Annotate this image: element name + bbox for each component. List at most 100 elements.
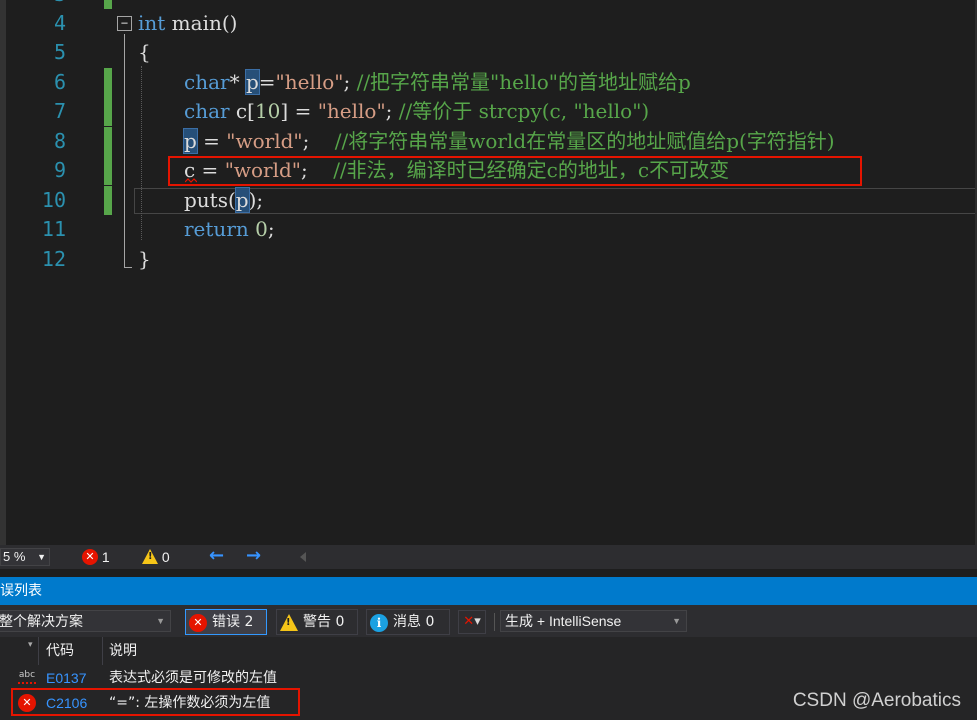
- error-list-title: 误列表: [0, 583, 42, 599]
- annotation-highlight-box: [168, 156, 862, 186]
- scope-select[interactable]: 整个解决方案 ▼: [0, 610, 171, 632]
- error-icon: ✕: [82, 549, 98, 565]
- code-token: puts(: [184, 188, 236, 212]
- code-token: //把字符串常量"hello"的首地址赋给p: [356, 70, 691, 94]
- build-intellisense-select[interactable]: 生成 + IntelliSense ▼: [500, 610, 687, 632]
- code-line: 10 puts(p);: [0, 186, 977, 215]
- code-token: "world": [226, 129, 303, 153]
- code-token: ;: [302, 129, 335, 153]
- code-token: p: [184, 129, 197, 153]
- code-line: 6 char* p="hello"; //把字符串常量"hello"的首地址赋给…: [0, 68, 977, 97]
- change-marker: [104, 127, 112, 156]
- navigate-forward-button[interactable]: →: [246, 546, 261, 566]
- error-list-toolbar: 整个解决方案 ▼ ✕ 错误 2 ! 警告 0 i 消息 0 ✕▾ 生成 + Intel…: [0, 605, 977, 637]
- warning-icon: !: [142, 549, 158, 564]
- chevron-down-icon: ▼: [156, 616, 165, 626]
- line-number: 8: [53, 129, 66, 153]
- code-token: );: [248, 188, 264, 212]
- code-line: 5 {: [0, 38, 977, 67]
- code-text[interactable]: }: [138, 246, 151, 272]
- code-token: char: [184, 70, 230, 94]
- code-token: *: [229, 70, 246, 94]
- change-marker: [104, 97, 112, 126]
- change-marker: [104, 186, 112, 215]
- filter-clear-icon: ✕▾: [463, 614, 481, 629]
- code-token: =: [258, 70, 276, 94]
- warning-count-indicator[interactable]: ! 0: [142, 549, 170, 565]
- scope-value: 整个解决方案: [0, 613, 83, 629]
- code-text[interactable]: return 0;: [184, 216, 275, 242]
- line-number: 3: [20, 0, 66, 5]
- code-token: return: [184, 217, 249, 241]
- line-number: 9: [53, 158, 66, 182]
- error-count-indicator[interactable]: ✕ 1: [82, 549, 110, 565]
- code-token: =: [196, 129, 227, 153]
- code-token: "hello": [317, 99, 386, 123]
- info-icon: i: [370, 614, 388, 632]
- editor-status-bar: 5 % ▼ ✕ 1 ! 0 ← →: [0, 545, 977, 569]
- column-separator: [102, 637, 103, 665]
- code-token: p: [245, 70, 259, 94]
- warnings-filter-button[interactable]: ! 警告 0: [276, 609, 358, 635]
- watermark: CSDN @Aerobatics: [792, 690, 961, 711]
- code-text[interactable]: char c[10] = "hello"; //等价于 strcpy(c, "h…: [184, 98, 649, 124]
- toolbar-separator: [494, 613, 495, 631]
- sort-indicator-icon: ▾: [28, 640, 33, 650]
- code-token: p: [235, 188, 249, 212]
- error-icon: ✕: [189, 614, 207, 632]
- zoom-level-select[interactable]: 5 % ▼: [0, 548, 50, 566]
- code-text[interactable]: char* p="hello"; //把字符串常量"hello"的首地址赋给p: [184, 69, 691, 95]
- code-text[interactable]: {: [138, 39, 151, 65]
- code-token: //将字符串常量world在常量区的地址赋值给p(字符指针): [334, 129, 835, 153]
- intellisense-error-icon: abc: [18, 670, 36, 684]
- navigate-back-button[interactable]: ←: [209, 546, 224, 566]
- code-line: 8 p = "world"; //将字符串常量world在常量区的地址赋值给p(…: [0, 127, 977, 156]
- scroll-left-arrow-icon[interactable]: [300, 552, 306, 562]
- error-list-title-bar: 误列表: [0, 577, 977, 605]
- code-token: 10: [254, 99, 281, 123]
- errors-filter-label: 错误 2: [212, 614, 254, 630]
- code-text[interactable]: puts(p);: [184, 187, 263, 213]
- line-number: 4: [53, 11, 66, 35]
- code-token: //等价于 strcpy(c, "hello"): [398, 99, 650, 123]
- code-text[interactable]: p = "world"; //将字符串常量world在常量区的地址赋值给p(字符…: [184, 128, 835, 154]
- code-token: c[: [229, 99, 255, 123]
- warning-icon: !: [280, 614, 298, 631]
- line-number: 10: [41, 188, 66, 212]
- clear-filter-button[interactable]: ✕▾: [458, 610, 486, 634]
- code-token: ;: [267, 217, 275, 241]
- warnings-filter-label: 警告 0: [303, 614, 345, 630]
- change-marker: [104, 0, 112, 9]
- code-line: 11 return 0;: [0, 215, 977, 244]
- code-token: ] =: [280, 99, 318, 123]
- messages-filter-label: 消息 0: [393, 614, 435, 630]
- column-separator: [38, 637, 39, 665]
- code-token: {: [138, 40, 151, 64]
- change-marker: [104, 156, 112, 185]
- code-editor[interactable]: − 3 4 int main() 5 { 6 char* p="hello"; …: [0, 0, 977, 545]
- line-number: 12: [41, 247, 66, 271]
- line-number: 11: [41, 217, 66, 241]
- annotation-highlight-box: [11, 688, 300, 716]
- code-text[interactable]: int main(): [138, 10, 237, 36]
- line-number: 5: [53, 40, 66, 64]
- chevron-down-icon: ▼: [37, 552, 46, 562]
- column-header-code[interactable]: 代码: [46, 637, 74, 665]
- code-line: 4 int main(): [0, 9, 977, 38]
- chevron-down-icon: ▼: [672, 616, 681, 626]
- column-header-description[interactable]: 说明: [109, 637, 137, 665]
- code-line: 12 }: [0, 245, 977, 274]
- messages-filter-button[interactable]: i 消息 0: [366, 609, 450, 635]
- errors-filter-button[interactable]: ✕ 错误 2: [185, 609, 267, 635]
- code-token: 0: [255, 217, 268, 241]
- zoom-level-value: 5 %: [3, 549, 26, 564]
- code-token: char: [184, 99, 230, 123]
- line-number: 7: [53, 99, 66, 123]
- code-token: ;: [343, 70, 357, 94]
- build-filter-value: 生成 + IntelliSense: [505, 613, 622, 629]
- code-token: ;: [385, 99, 399, 123]
- code-token: }: [138, 247, 151, 271]
- line-number: 6: [53, 70, 66, 94]
- change-marker: [104, 68, 112, 97]
- code-token: int: [138, 11, 166, 35]
